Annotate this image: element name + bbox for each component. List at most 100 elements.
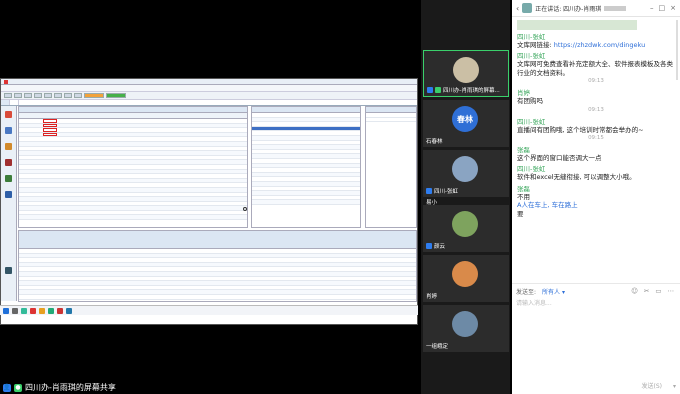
- participant-tile[interactable]: 易小: [423, 170, 509, 206]
- shared-tab: [1, 100, 10, 105]
- message-text: 要: [517, 209, 524, 218]
- message-sender: 张磊: [517, 146, 530, 155]
- participant-tile[interactable]: 四川办-肖雨琪的屏幕...: [423, 50, 509, 97]
- toolbar-button: [64, 93, 72, 98]
- chat-tools: ☺ ✂ ▭ ⋯: [631, 287, 680, 295]
- shared-tab: [10, 100, 19, 105]
- table-row: [252, 200, 360, 205]
- maximize-icon[interactable]: □: [659, 4, 666, 12]
- table-row: [366, 118, 416, 123]
- minimize-icon[interactable]: –: [650, 4, 654, 12]
- send-to-label: 发送至:: [516, 288, 537, 296]
- avatar: [452, 261, 478, 287]
- message-timestamp: 09:13: [588, 78, 604, 85]
- message-text: 文库网链接: https://zhzdwk.com/dingeku: [517, 41, 646, 49]
- toolbar-highlight-button: [106, 93, 126, 98]
- avatar: [452, 211, 478, 237]
- taskbar-app-icon: [66, 307, 72, 314]
- shared-detail-table: [251, 106, 361, 228]
- chat-messages: 四川-张虹 文库网链接: https://zhzdwk.com/dingeku …: [512, 18, 680, 282]
- chat-message: 肖婷 有团购吗: [517, 89, 675, 105]
- message-text: 不用: [517, 192, 530, 201]
- taskbar-app-icon: [12, 307, 18, 314]
- participant-name-row: 石春林: [426, 137, 443, 145]
- message-text: 这个界面的窗口能否调大一点: [517, 154, 602, 163]
- screen-share-label: 四川办-肖雨琪的屏幕共享: [25, 383, 116, 392]
- participant-name-row: 肖婷: [426, 292, 437, 300]
- participant-tile[interactable]: 颜云: [423, 205, 509, 252]
- send-options-button[interactable]: ▾: [673, 383, 676, 390]
- participant-name-row: 四川办-肖雨琪的屏幕...: [427, 86, 500, 94]
- message-timestamp: 09:15: [588, 135, 604, 142]
- nav-item: [1, 262, 16, 278]
- shared-screen: [0, 78, 418, 325]
- shared-image-preview[interactable]: [517, 20, 637, 30]
- send-to-row: 发送至: 所有人 ▾ ☺ ✂ ▭ ⋯: [512, 284, 680, 298]
- shared-app-toolbar: [1, 92, 417, 100]
- shared-main-table: [18, 106, 248, 228]
- participant-tile[interactable]: 肖婷: [423, 255, 509, 302]
- shared-left-nav: [1, 106, 17, 301]
- user-icon: 👤: [3, 383, 11, 392]
- participant-tile[interactable]: 一组峨定: [423, 305, 509, 352]
- user-icon: [427, 87, 433, 93]
- toolbar-button: [74, 93, 82, 98]
- close-icon[interactable]: ×: [670, 4, 676, 12]
- chat-message: 四川-张虹 文库网可免费查看补充定额大全、软件报表模板及各类行业的文档资料。: [517, 52, 675, 77]
- toolbar-highlight-button: [84, 93, 104, 98]
- nav-item: [1, 154, 16, 170]
- table-row: [19, 215, 247, 221]
- nav-icon: [5, 142, 12, 150]
- message-text: 直播间有团购哦, 这个培训时常都会举办的~: [517, 125, 644, 134]
- mic-icon: ●: [14, 383, 22, 392]
- nav-item: [1, 106, 16, 122]
- participant-name: 石春林: [426, 139, 443, 145]
- nav-icon: [5, 110, 12, 118]
- toolbar-button: [14, 93, 22, 98]
- participant-name: 四川办-肖雨琪的屏幕...: [443, 88, 500, 94]
- nav-icon: [5, 126, 12, 134]
- file-icon[interactable]: ▭: [655, 287, 661, 295]
- more-icon[interactable]: ⋯: [668, 287, 675, 295]
- highlight-cell: [43, 119, 57, 123]
- chat-scrollbar[interactable]: [676, 20, 678, 80]
- chat-panel: ‹ 正在讲话: 四川办-肖雨琪 – □ × 四川-张虹 文库网链接: https…: [512, 0, 680, 394]
- screenshot-icon[interactable]: ✂: [644, 287, 649, 295]
- nav-item: [1, 138, 16, 154]
- participant-name: 肖婷: [426, 294, 438, 300]
- nav-icon: [5, 158, 12, 166]
- message-text: 文库网可免费查看补充定额大全、软件报表模板及各类行业的文档资料。: [517, 60, 673, 77]
- taskbar-app-icon: [39, 307, 45, 314]
- nav-icon: [5, 190, 12, 198]
- chat-message: 张磊 这个界面的窗口能否调大一点: [517, 146, 675, 162]
- back-icon[interactable]: ‹: [516, 4, 519, 13]
- emoji-icon[interactable]: ☺: [631, 287, 638, 295]
- chat-input-area: 发送至: 所有人 ▾ ☺ ✂ ▭ ⋯ 请输入消息... 发送(S) ▾: [512, 283, 680, 394]
- toolbar-button: [44, 93, 52, 98]
- highlight-cell: [43, 132, 57, 137]
- nav-icon: [5, 266, 12, 274]
- message-text: 有团购吗: [517, 97, 543, 106]
- app-logo-icon: [4, 79, 8, 84]
- window-controls: – □ ×: [650, 4, 680, 12]
- participant-name-row: 颜云: [426, 242, 445, 250]
- shared-bottom-grid: [18, 230, 417, 302]
- message-link[interactable]: https://zhzdwk.com/dingeku: [554, 41, 645, 49]
- taskbar-app-icon: [30, 307, 36, 314]
- chat-message: 四川-张虹 直播间有团购哦, 这个培训时常都会举办的~: [517, 118, 675, 134]
- participant-name-row: 一组峨定: [426, 342, 448, 350]
- toolbar-button: [24, 93, 32, 98]
- toolbar-button: [34, 93, 42, 98]
- send-to-select[interactable]: 所有人 ▾: [542, 287, 565, 296]
- user-icon: [426, 243, 432, 249]
- send-button[interactable]: 发送(S): [642, 381, 663, 390]
- message-sender: 张磊: [517, 184, 530, 193]
- participant-tile[interactable]: 春林 石春林: [423, 100, 509, 147]
- speaking-label: 正在讲话: 四川办-肖雨琪: [535, 5, 602, 13]
- message-timestamp: 09:13: [588, 106, 604, 113]
- chat-message: 张磊 不用 A人在车上, 车在路上 要: [517, 185, 675, 218]
- mic-icon: [435, 87, 441, 93]
- screen-share-bar[interactable]: 👤 ● 四川办-肖雨琪的屏幕共享: [0, 381, 116, 394]
- chat-message: 四川-张虹 文库网链接: https://zhzdwk.com/dingeku: [517, 33, 675, 49]
- chat-input[interactable]: 请输入消息...: [512, 298, 680, 307]
